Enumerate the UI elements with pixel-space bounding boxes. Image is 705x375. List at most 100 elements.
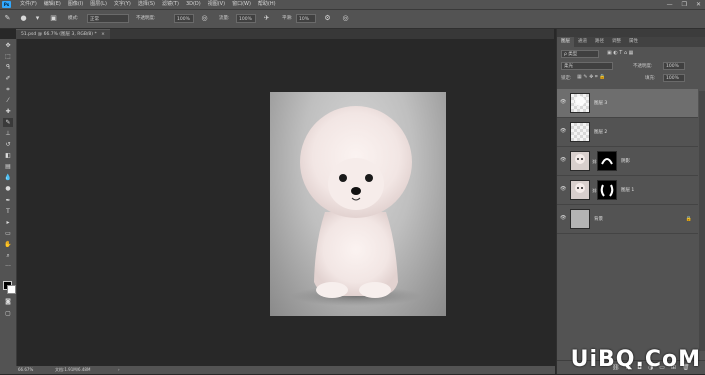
move-icon[interactable]: ✥: [3, 41, 13, 50]
flow-input[interactable]: 100%: [236, 14, 256, 23]
crop-icon[interactable]: ⌗: [3, 85, 13, 94]
quick-mask-icon[interactable]: ◙: [3, 297, 13, 306]
eye-icon[interactable]: 👁: [560, 216, 566, 221]
dodge-icon[interactable]: ●: [3, 184, 13, 193]
eye-icon[interactable]: 👁: [560, 187, 566, 192]
tab-adjustments[interactable]: 调整: [608, 37, 625, 47]
path-select-icon[interactable]: ▸: [3, 218, 13, 227]
hand-icon[interactable]: ✋: [3, 240, 13, 249]
menu-type[interactable]: 文字(Y): [114, 0, 131, 9]
menu-3d[interactable]: 3D(D): [186, 0, 201, 9]
opacity-label: 不透明度:: [136, 16, 156, 21]
fill-label: 填充:: [645, 76, 656, 81]
type-icon[interactable]: T: [3, 207, 13, 216]
panel-tabs: 图层 通道 路径 调整 属性: [557, 37, 705, 47]
menu-image[interactable]: 图像(I): [68, 0, 83, 9]
menu-filter[interactable]: 滤镜(T): [162, 0, 179, 9]
pressure-opacity-icon[interactable]: ◎: [200, 14, 209, 23]
layer-row[interactable]: 👁 背景 🔒: [557, 205, 698, 234]
panel-header: [557, 29, 705, 37]
shape-icon[interactable]: ▭: [3, 229, 13, 238]
chevron-down-icon[interactable]: ▾: [33, 14, 42, 23]
tab-paths[interactable]: 路径: [591, 37, 608, 47]
brush-preset-icon[interactable]: ●: [19, 14, 28, 23]
layer-name[interactable]: 阴影: [621, 158, 630, 164]
close-button[interactable]: ✕: [696, 0, 701, 9]
zoom-level[interactable]: 66.67%: [18, 366, 33, 374]
close-tab-icon[interactable]: ×: [101, 32, 105, 37]
zoom-icon[interactable]: ⌕: [3, 251, 13, 260]
layer-name[interactable]: 图层 3: [594, 100, 607, 106]
lock-icons[interactable]: ▦ ✎ ✥ ⌗ 🔒: [577, 74, 606, 80]
gear-icon[interactable]: ⚙: [323, 14, 332, 23]
opacity-input[interactable]: 100%: [174, 14, 194, 23]
layer-row[interactable]: 👁 ⛓ 图层 1: [557, 176, 698, 205]
layer-row[interactable]: 👁 图层 2: [557, 118, 698, 147]
layer-mask-thumbnail[interactable]: [597, 151, 617, 171]
tab-properties[interactable]: 属性: [625, 37, 642, 47]
eye-icon[interactable]: 👁: [560, 158, 566, 163]
layer-thumbnail: [570, 180, 590, 200]
menu-window[interactable]: 窗口(W): [232, 0, 251, 9]
brush-tool-icon[interactable]: ✎: [3, 14, 12, 23]
smooth-input[interactable]: 10%: [296, 14, 316, 23]
document-tab[interactable]: 51.psd @ 66.7% (图层 3, RGB/8) * ×: [16, 29, 110, 39]
menu-bar: Ps 文件(F) 编辑(E) 图像(I) 图层(L) 文字(Y) 选择(S) 滤…: [0, 0, 705, 10]
gradient-icon[interactable]: ▤: [3, 162, 13, 171]
status-bar: 66.67% 文档:1.91M/6.48M ›: [0, 366, 555, 374]
layer-filter-select[interactable]: ρ 类型: [561, 50, 599, 58]
more-icon[interactable]: ···: [3, 262, 13, 271]
fill-input[interactable]: 100%: [663, 74, 685, 82]
lasso-icon[interactable]: ᑫ: [3, 63, 13, 72]
blur-icon[interactable]: 💧: [3, 173, 13, 182]
layer-name[interactable]: 图层 1: [621, 187, 634, 193]
healing-icon[interactable]: ✚: [3, 107, 13, 116]
eyedropper-icon[interactable]: ⁄: [3, 96, 13, 105]
eye-icon[interactable]: 👁: [560, 129, 566, 134]
brush-icon[interactable]: ✎: [3, 118, 13, 127]
background-color-swatch[interactable]: [7, 285, 16, 294]
menu-edit[interactable]: 编辑(E): [44, 0, 61, 9]
canvas-area[interactable]: [17, 39, 555, 366]
pen-icon[interactable]: ✒: [3, 196, 13, 205]
mode-select[interactable]: 正常: [87, 14, 129, 23]
layer-thumbnail: [570, 209, 590, 229]
eraser-icon[interactable]: ◧: [3, 151, 13, 160]
minimize-button[interactable]: —: [667, 0, 673, 9]
tab-layers[interactable]: 图层: [557, 37, 574, 47]
menu-view[interactable]: 视图(V): [208, 0, 225, 9]
document-image[interactable]: [270, 92, 446, 316]
smooth-label: 平滑:: [282, 16, 293, 21]
layers-panel: 图层 通道 路径 调整 属性 ρ 类型 ▣ ◐ T ⌂ ▦ 柔光 不透明度: 1…: [556, 29, 705, 374]
lock-icon[interactable]: 🔒: [686, 216, 692, 222]
blend-mode-select[interactable]: 柔光: [561, 62, 613, 70]
status-arrow-icon[interactable]: ›: [118, 366, 120, 374]
menu-file[interactable]: 文件(F): [20, 0, 37, 9]
airbrush-icon[interactable]: ✈: [262, 14, 271, 23]
eye-icon[interactable]: 👁: [560, 100, 566, 105]
menu-help[interactable]: 帮助(H): [258, 0, 276, 9]
menu-select[interactable]: 选择(S): [138, 0, 155, 9]
brush-settings-icon[interactable]: ▣: [49, 14, 58, 23]
panel-scrollbar[interactable]: [699, 91, 705, 351]
tab-channels[interactable]: 通道: [574, 37, 591, 47]
screen-mode-icon[interactable]: ▢: [3, 309, 13, 318]
document-tab-title: 51.psd @ 66.7% (图层 3, RGB/8) *: [21, 32, 97, 37]
history-brush-icon[interactable]: ↺: [3, 140, 13, 149]
layer-mask-thumbnail[interactable]: [597, 180, 617, 200]
layer-row[interactable]: 👁 图层 3: [557, 89, 698, 118]
toolbar: ✥ ⬚ ᑫ ✐ ⌗ ⁄ ✚ ✎ ⊥ ↺ ◧ ▤ 💧 ● ✒ T ▸ ▭ ✋ ⌕ …: [0, 39, 17, 368]
menu-layer[interactable]: 图层(L): [90, 0, 107, 9]
marquee-icon[interactable]: ⬚: [3, 52, 13, 61]
layer-thumbnail: [570, 151, 590, 171]
layer-name[interactable]: 图层 2: [594, 129, 607, 135]
filter-icons[interactable]: ▣ ◐ T ⌂ ▦: [607, 50, 633, 56]
window-controls: — ❐ ✕: [667, 0, 701, 9]
layer-name[interactable]: 背景: [594, 216, 603, 222]
pressure-size-icon[interactable]: ◎: [341, 14, 350, 23]
stamp-icon[interactable]: ⊥: [3, 129, 13, 138]
layer-opacity-input[interactable]: 100%: [663, 62, 685, 70]
maximize-button[interactable]: ❐: [682, 0, 687, 9]
quick-select-icon[interactable]: ✐: [3, 74, 13, 83]
layer-row[interactable]: 👁 ⛓ 阴影: [557, 147, 698, 176]
